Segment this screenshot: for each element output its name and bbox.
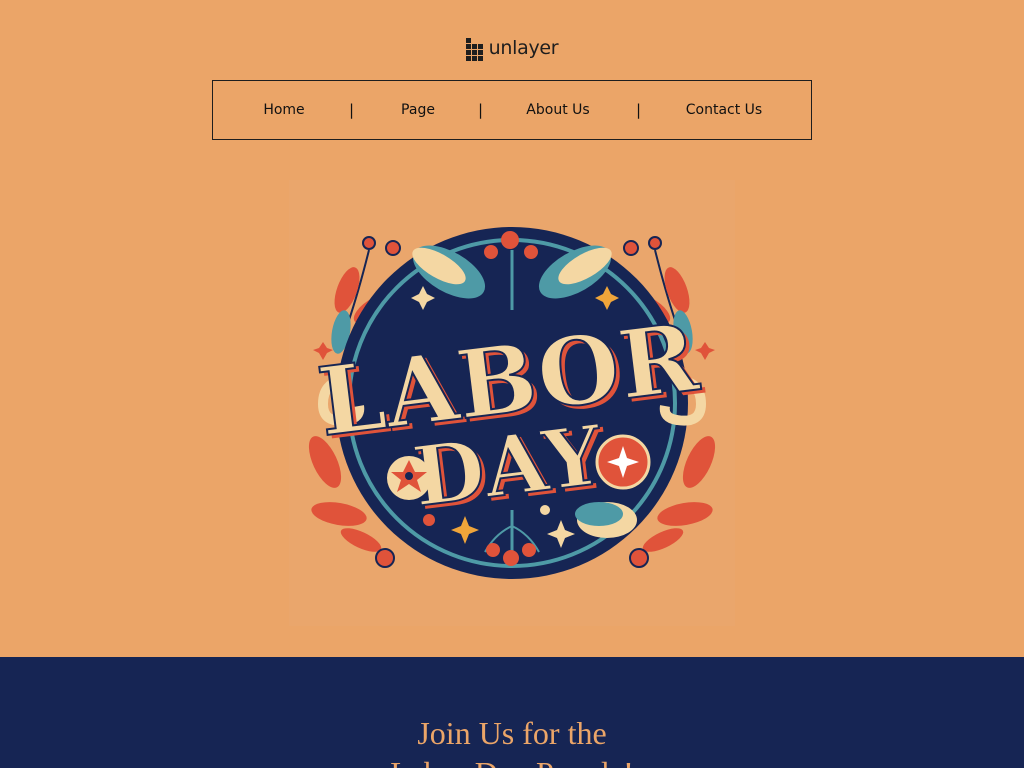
nav-separator: | [478, 101, 484, 119]
heading-line-2: Labor Day Parade! [0, 753, 1024, 768]
nav-item-contact-us[interactable]: Contact Us [674, 81, 774, 139]
brand-logo[interactable]: unlayer [465, 33, 559, 63]
section-heading: Join Us for the Labor Day Parade! [0, 713, 1024, 768]
nav-item-home[interactable]: Home [249, 81, 319, 139]
nav-item-about-us[interactable]: About Us [513, 81, 603, 139]
header: unlayer [0, 28, 1024, 68]
hero-image: LABOR LABOR DAY DAY [289, 180, 735, 626]
logo-text: unlayer [488, 37, 559, 59]
email-page: unlayer Home | Page | About Us | Contact… [0, 0, 1024, 768]
nav-item-page[interactable]: Page [383, 81, 453, 139]
heading-line-1: Join Us for the [417, 715, 607, 751]
labor-day-badge: LABOR LABOR DAY DAY [308, 227, 716, 579]
nav-separator: | [636, 101, 642, 119]
nav-bar: Home | Page | About Us | Contact Us [212, 80, 812, 140]
unlayer-logo-icon [465, 38, 483, 61]
nav-separator: | [349, 101, 355, 119]
